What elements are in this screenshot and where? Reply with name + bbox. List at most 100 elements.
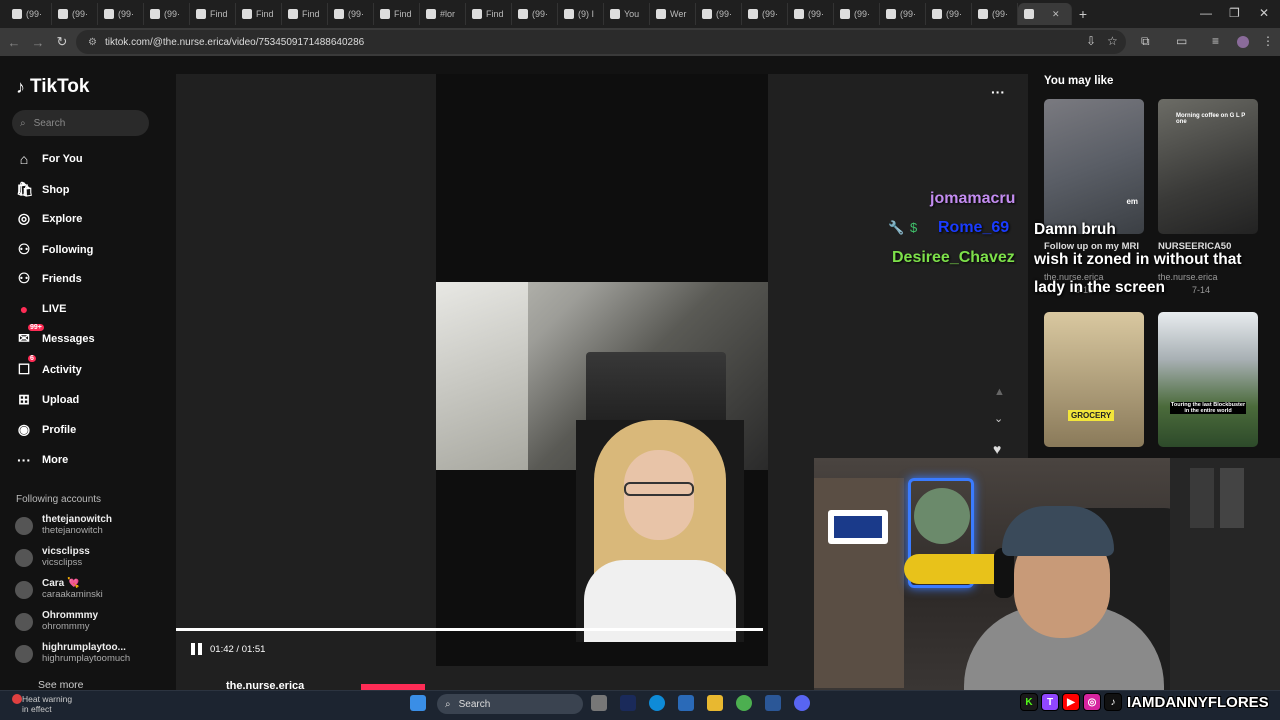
forward-icon[interactable]: → bbox=[26, 35, 50, 50]
pause-icon[interactable] bbox=[191, 643, 203, 655]
search-input[interactable]: ⌕ Search bbox=[12, 110, 149, 136]
nav-item-messages[interactable]: ✉ 99+ Messages bbox=[16, 324, 95, 347]
tiktok-logo[interactable]: ♪ TikTok bbox=[16, 76, 89, 98]
tab-label: You bbox=[624, 9, 640, 19]
twitch-icon: T bbox=[1041, 693, 1059, 711]
discord-icon[interactable] bbox=[794, 695, 810, 711]
more-options-icon[interactable]: ··· bbox=[991, 84, 1005, 100]
back-icon[interactable]: ← bbox=[2, 35, 26, 50]
browser-tab[interactable]: Find bbox=[374, 3, 420, 25]
tab-label: (99· bbox=[808, 9, 825, 19]
word-icon[interactable] bbox=[765, 695, 781, 711]
tab-favicon-icon bbox=[932, 9, 942, 19]
extensions-icon[interactable]: ⧉ bbox=[1141, 34, 1150, 49]
bookmark-star-icon[interactable]: ☆ bbox=[1107, 34, 1118, 48]
following-account[interactable]: vicsclipss vicsclipss bbox=[15, 546, 90, 568]
browser-tab[interactable]: Wer bbox=[650, 3, 696, 25]
start-icon[interactable] bbox=[410, 695, 426, 711]
nav-item-friends[interactable]: ⚇ Friends bbox=[16, 270, 82, 287]
browser-tab[interactable]: Find bbox=[190, 3, 236, 25]
browser-tab[interactable]: Find bbox=[466, 3, 512, 25]
reload-icon[interactable]: ↻ bbox=[50, 34, 74, 50]
browser-tab[interactable]: You bbox=[604, 3, 650, 25]
file-explorer-icon[interactable] bbox=[707, 695, 723, 711]
chrome-icon[interactable] bbox=[736, 695, 752, 711]
following-account[interactable]: thetejanowitch thetejanowitch bbox=[15, 514, 112, 536]
nav-item-more[interactable]: ··· More bbox=[16, 452, 68, 468]
browser-tab[interactable]: (99· bbox=[742, 3, 788, 25]
nav-item-upload[interactable]: ⊞ Upload bbox=[16, 391, 79, 408]
tab-label: (99· bbox=[900, 9, 917, 19]
browser-tab[interactable]: (99· bbox=[696, 3, 742, 25]
task-view-icon[interactable] bbox=[591, 695, 607, 711]
media-icon[interactable]: ≡ bbox=[1212, 34, 1219, 48]
store-icon[interactable] bbox=[678, 695, 694, 711]
previous-video-icon[interactable]: ▲ bbox=[994, 386, 1005, 398]
messages-icon: ✉ 99+ bbox=[18, 324, 44, 346]
browser-tab[interactable]: (99· bbox=[834, 3, 880, 25]
browser-tab[interactable]: ✕ bbox=[1018, 3, 1072, 25]
profile-avatar[interactable] bbox=[1237, 36, 1249, 48]
browser-tab[interactable]: (99· bbox=[880, 3, 926, 25]
menu-icon[interactable]: ⋮ bbox=[1262, 34, 1274, 48]
tab-favicon-icon bbox=[518, 9, 528, 19]
edge-icon[interactable] bbox=[649, 695, 665, 711]
browser-tab[interactable]: #lor bbox=[420, 3, 466, 25]
taskbar-search[interactable]: ⌕ Search bbox=[437, 694, 583, 714]
photoshop-icon[interactable] bbox=[620, 695, 636, 711]
following-account[interactable]: Ohrommmy ohrommmy bbox=[15, 610, 98, 632]
nav-item-following[interactable]: ⚇ Following bbox=[16, 241, 94, 258]
suggested-video-4[interactable]: Touring the last Blockbuster in the enti… bbox=[1158, 312, 1258, 447]
nav-item-explore[interactable]: ◎ Explore bbox=[16, 210, 82, 227]
weather-widget[interactable]: Heat warning in effect bbox=[22, 694, 72, 714]
install-icon[interactable]: ⇩ bbox=[1086, 34, 1096, 48]
nav-item-for-you[interactable]: ⌂ For You bbox=[16, 151, 83, 167]
nav-label: LIVE bbox=[42, 303, 67, 315]
thumb-caption: Touring the last Blockbuster in the enti… bbox=[1170, 402, 1246, 414]
tab-label: Find bbox=[394, 9, 412, 19]
tab-label: Wer bbox=[670, 9, 687, 19]
nav-item-shop[interactable]: 🛍 Shop bbox=[16, 181, 70, 198]
sidepanel-icon[interactable]: ▭ bbox=[1176, 34, 1187, 48]
following-account[interactable]: highrumplaytoo... highrumplaytoomuch bbox=[15, 642, 130, 664]
close-window-icon[interactable]: ✕ bbox=[1259, 6, 1269, 20]
browser-tab[interactable]: (99· bbox=[788, 3, 834, 25]
minimize-icon[interactable]: — bbox=[1200, 6, 1212, 20]
browser-tab[interactable]: (99· bbox=[328, 3, 374, 25]
browser-tab[interactable]: (99· bbox=[926, 3, 972, 25]
browser-tab[interactable]: (99· bbox=[972, 3, 1018, 25]
following-account[interactable]: Cara 💘 caraakaminski bbox=[15, 578, 103, 600]
browser-tab[interactable]: Find bbox=[282, 3, 328, 25]
tab-favicon-icon bbox=[380, 9, 390, 19]
browser-tab[interactable]: (99· bbox=[6, 3, 52, 25]
nav-label: Messages bbox=[42, 332, 95, 345]
nav-item-profile[interactable]: ◉ Profile bbox=[16, 421, 76, 438]
chat-message: wish it zoned in without that lady in th… bbox=[1034, 251, 1242, 296]
avatar bbox=[15, 549, 33, 567]
site-info-icon[interactable]: ⚙ bbox=[88, 37, 97, 48]
nav-label: More bbox=[42, 454, 69, 466]
suggested-video-2[interactable]: Morning coffee on G L P one bbox=[1158, 99, 1258, 234]
nav-item-live[interactable]: ● LIVE bbox=[16, 301, 67, 317]
new-tab-button[interactable]: + bbox=[1072, 6, 1094, 22]
compass-icon: ◎ bbox=[17, 210, 31, 226]
browser-tab[interactable]: (99· bbox=[98, 3, 144, 25]
browser-tab[interactable]: (99· bbox=[512, 3, 558, 25]
browser-tab[interactable]: (9) I bbox=[558, 3, 604, 25]
video-progress-bar[interactable] bbox=[176, 628, 763, 631]
close-tab-icon[interactable]: ✕ bbox=[1052, 9, 1060, 20]
heat-title: Heat warning bbox=[22, 694, 73, 704]
browser-tab[interactable]: (99· bbox=[144, 3, 190, 25]
streamer-handle: IAMDANNYFLORES bbox=[1127, 693, 1269, 711]
like-heart-icon[interactable]: ♥ bbox=[993, 441, 1001, 457]
suggested-video-1[interactable]: em bbox=[1044, 99, 1144, 234]
suggested-video-3[interactable]: GROCERY bbox=[1044, 312, 1144, 447]
next-video-icon[interactable]: ⌄ bbox=[994, 412, 1003, 425]
account-name: Cara 💘 bbox=[42, 578, 80, 589]
browser-tab[interactable]: Find bbox=[236, 3, 282, 25]
thumb-caption: Morning coffee on G L P one bbox=[1176, 113, 1246, 125]
browser-tab[interactable]: (99· bbox=[52, 3, 98, 25]
address-bar[interactable]: ⚙ tiktok.com/@the.nurse.erica/video/7534… bbox=[76, 30, 1126, 54]
nav-item-activity[interactable]: ☐ 6 Activity bbox=[16, 355, 82, 378]
maximize-icon[interactable]: ❐ bbox=[1229, 6, 1240, 20]
